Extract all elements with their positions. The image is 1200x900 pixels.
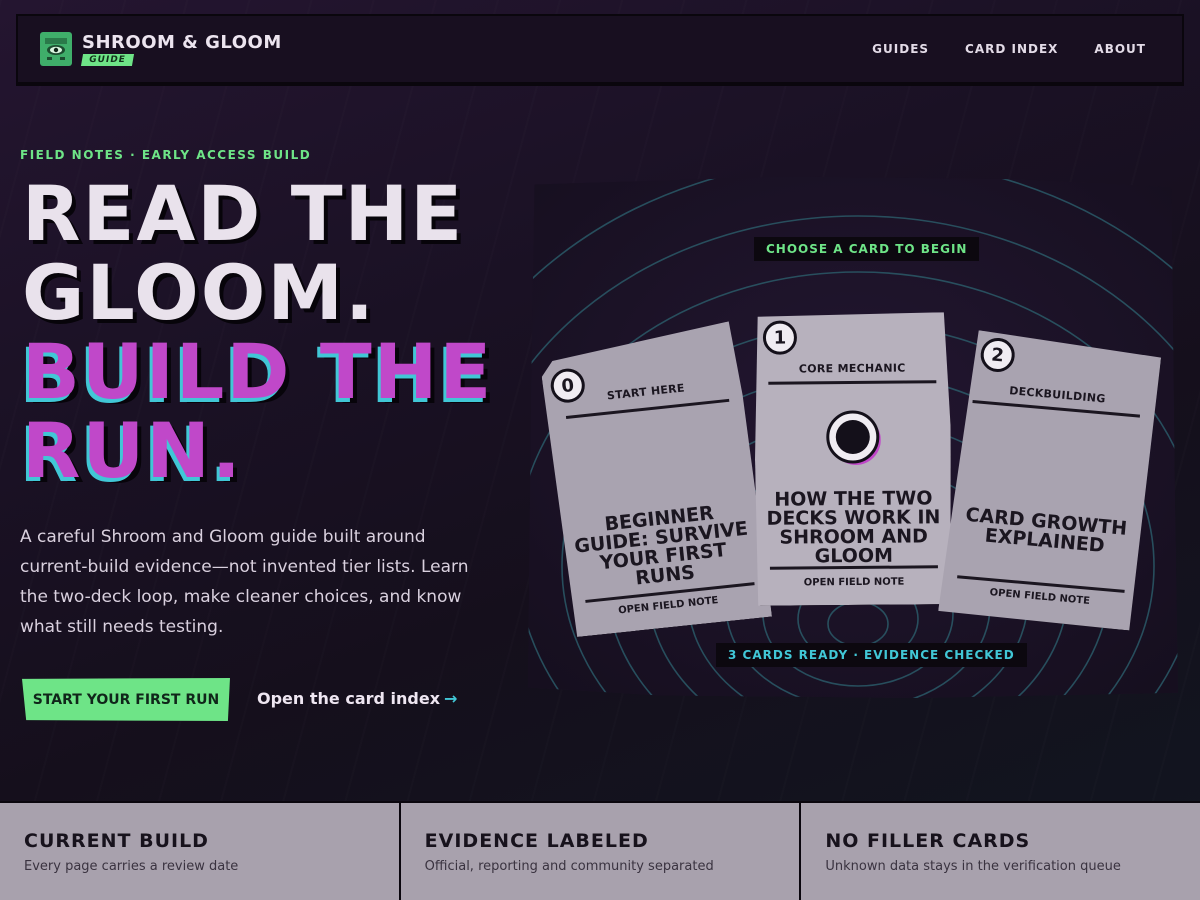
feature-title: CURRENT BUILD: [24, 830, 209, 852]
open-card-index-link[interactable]: Open the card index →: [257, 689, 457, 708]
feature-title: NO FILLER CARDS: [825, 830, 1031, 852]
feature-title: EVIDENCE LABELED: [424, 830, 649, 852]
card-title: HOW THE TWO DECKS WORK IN SHROOM AND GLO…: [766, 487, 941, 568]
hero-eyebrow: FIELD NOTES · EARLY ACCESS BUILD: [20, 148, 312, 162]
nav-links: GUIDES CARD INDEX ABOUT: [872, 42, 1146, 56]
feature-no-filler: NO FILLER CARDS Unknown data stays in th…: [801, 803, 1200, 900]
feature-strip: CURRENT BUILD Every page carries a revie…: [0, 801, 1200, 900]
feature-subtitle: Official, reporting and community separa…: [424, 859, 714, 874]
card-number-badge: 2: [979, 337, 1016, 374]
headline-line-4: RUN.: [22, 406, 243, 495]
card-kicker: DECKBUILDING: [1008, 384, 1107, 406]
brand-title: SHROOM & GLOOM: [82, 32, 282, 53]
mushroom-eye-icon: [40, 32, 72, 66]
card-number-badge: 1: [763, 320, 797, 354]
hero-lede: A careful Shroom and Gloom guide built a…: [20, 527, 469, 637]
card-footer: OPEN FIELD NOTE: [989, 587, 1091, 607]
card-title: CARD GROWTH EXPLAINED: [964, 503, 1128, 557]
feature-subtitle: Unknown data stays in the verification q…: [825, 859, 1121, 874]
open-card-index-label: Open the card index: [257, 689, 441, 708]
feature-evidence-labeled: EVIDENCE LABELED Official, reporting and…: [401, 803, 802, 900]
card-divider: [770, 565, 938, 569]
nav-link-guides[interactable]: GUIDES: [872, 42, 929, 56]
nav-link-about[interactable]: ABOUT: [1094, 42, 1146, 56]
headline-line-3: BUILD THE: [22, 327, 494, 416]
cards-ready-tag: 3 CARDS READY · EVIDENCE CHECKED: [716, 643, 1027, 667]
choose-card-tag: CHOOSE A CARD TO BEGIN: [754, 237, 980, 261]
brand-badge: GUIDE: [80, 54, 134, 66]
card-divider: [768, 380, 936, 384]
start-first-run-button[interactable]: START YOUR FIRST RUN: [22, 678, 230, 721]
brand[interactable]: SHROOM & GLOOM GUIDE: [40, 32, 282, 66]
card-footer: OPEN FIELD NOTE: [803, 576, 905, 589]
headline-line-2: GLOOM.: [22, 248, 376, 337]
feature-current-build: CURRENT BUILD Every page carries a revie…: [0, 803, 401, 900]
card-title: BEGINNER GUIDE: SURVIVE YOUR FIRST RUNS: [573, 502, 749, 590]
card-kicker: CORE MECHANIC: [798, 361, 906, 376]
card-beginner-guide[interactable]: 0 START HERE BEGINNER GUIDE: SURVIVE YOU…: [538, 320, 772, 638]
top-nav: SHROOM & GLOOM GUIDE GUIDES CARD INDEX A…: [16, 14, 1184, 84]
brand-text: SHROOM & GLOOM GUIDE: [80, 32, 282, 66]
card-footer: OPEN FIELD NOTE: [617, 595, 719, 617]
nav-link-card-index[interactable]: CARD INDEX: [965, 42, 1058, 56]
hero-headline: READ THE GLOOM. BUILD THE RUN.: [22, 174, 493, 490]
feature-subtitle: Every page carries a review date: [24, 859, 239, 874]
headline-line-1: READ THE: [22, 169, 465, 258]
arrow-right-icon: →: [444, 689, 458, 708]
dark-orb-icon: [825, 409, 881, 465]
card-core-mechanic[interactable]: 1 CORE MECHANIC HOW THE TWO DECKS WORK I…: [754, 312, 953, 606]
